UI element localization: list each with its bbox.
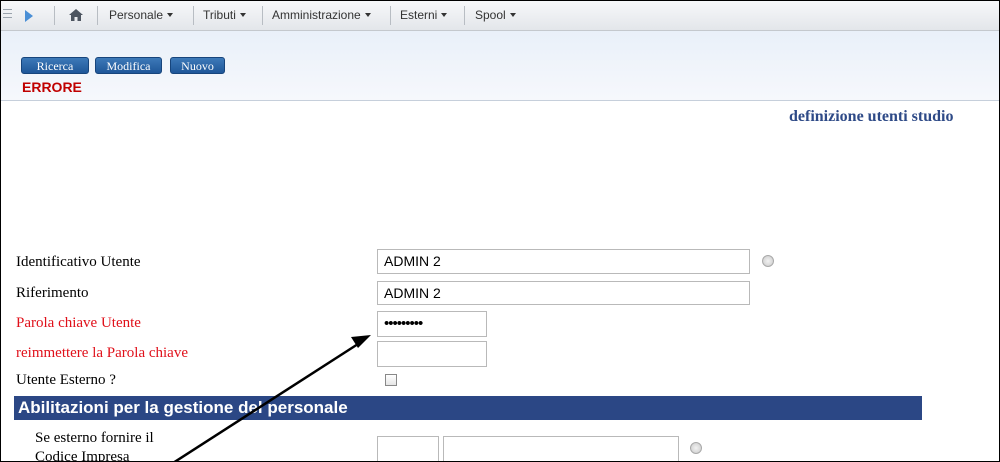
app-window: Personale Tributi Amministrazione Estern… <box>0 0 1000 462</box>
annotation-arrow <box>173 335 371 461</box>
